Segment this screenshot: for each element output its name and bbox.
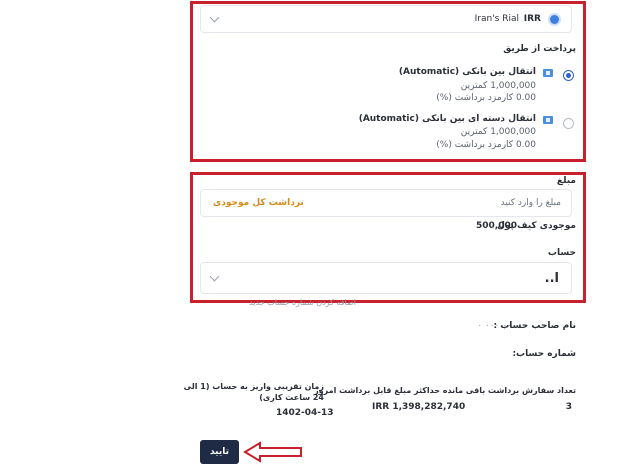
iran-flag-icon [548, 13, 561, 26]
chevron-down-icon [209, 12, 220, 23]
currency-name: Iran's Rial [474, 14, 519, 24]
account-label: حساب [547, 248, 576, 258]
option-title: انتقال بین بانکی (Automatic) [398, 67, 536, 77]
arrow-left-icon [243, 441, 302, 463]
remaining-orders-value: 3 [565, 402, 572, 412]
bank-card-icon [543, 116, 553, 124]
account-number-label: شماره حساب: [512, 349, 576, 359]
option-min: 1,000,000 کمترین [460, 81, 536, 91]
option-title: انتقال دسته ای بین بانکی (Automatic) [358, 114, 536, 124]
holder-value: ۰۰ ۰۰۰ ۰ [477, 321, 512, 331]
payment-heading: پرداخت از طریق [503, 44, 576, 54]
amount-placeholder: مبلغ را وارد کنید [500, 198, 561, 208]
currency-select[interactable]: IRR Iran's Rial [200, 5, 572, 33]
amount-input[interactable]: مبلغ را وارد کنید برداشت کل موجودی [200, 189, 572, 217]
radio-interbank[interactable] [563, 70, 574, 81]
max-withdraw-label: حداکثر مبلغ قابل برداشت امروز [314, 386, 440, 395]
max-withdraw-value: IRR 1,398,282,740 [372, 402, 466, 412]
estimated-time-value: 1402-04-13 [276, 408, 334, 418]
account-select[interactable]: ا.. [200, 262, 572, 294]
radio-batch-interbank[interactable] [563, 118, 574, 129]
bank-card-icon [543, 69, 553, 77]
option-fee: 0.00 کارمزد برداشت (%) [436, 93, 536, 103]
amount-label: مبلغ [556, 176, 576, 186]
confirm-button[interactable]: تایید [200, 440, 239, 464]
account-number-value: ۰ [515, 349, 520, 359]
option-min: 1,000,000 کمترین [460, 127, 536, 137]
currency-code: IRR [523, 14, 541, 24]
remaining-orders-label: تعداد سفارش برداشت باقی مانده [442, 386, 576, 395]
estimated-time-label-line2: 24 ساعت کاری) [259, 393, 324, 402]
estimated-time-label-line1: زمان تقریبی واریز به حساب (1 الی [183, 382, 324, 391]
add-account-hint[interactable]: اضافه کردن شماره حساب جدید [249, 298, 356, 307]
account-selected-value: ا.. [544, 271, 559, 286]
option-fee: 0.00 کارمزد برداشت (%) [436, 140, 536, 150]
wallet-balance-value: 500,000 [476, 221, 517, 231]
chevron-down-icon [209, 271, 220, 282]
withdraw-all-link[interactable]: برداشت کل موجودی [213, 198, 304, 208]
